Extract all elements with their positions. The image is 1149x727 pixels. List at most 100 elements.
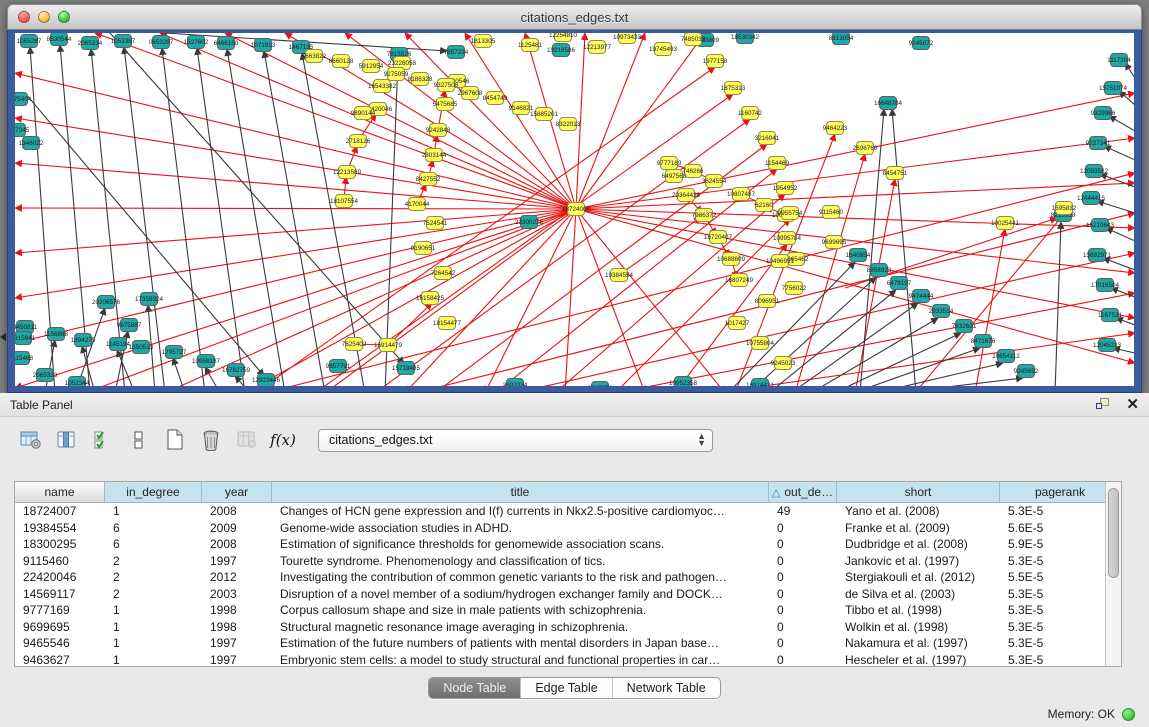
graph-node[interactable]: 8813054 [829, 33, 854, 45]
graph-node[interactable]: 18154477 [433, 317, 462, 330]
new-table-icon[interactable] [162, 427, 188, 453]
graph-node[interactable]: 9245652 [1014, 365, 1039, 378]
graph-node[interactable]: 15751074 [1099, 82, 1128, 95]
graph-node[interactable]: 7857224 [444, 46, 469, 59]
graph-node[interactable]: 19218586 [547, 44, 576, 57]
graph-node[interactable]: 1160742 [738, 107, 763, 120]
column-header-indegree[interactable]: in_degree [105, 482, 202, 502]
graph-node[interactable]: 7524541 [423, 217, 448, 230]
column-header-short[interactable]: short [837, 482, 1000, 502]
graph-node[interactable]: 2803144 [422, 149, 447, 162]
column-chooser-icon[interactable] [54, 427, 80, 453]
graph-node[interactable]: 20364436 [672, 189, 701, 202]
row-height-icon[interactable] [126, 427, 152, 453]
graph-node[interactable]: 1117304 [1107, 54, 1131, 67]
column-header-name[interactable]: name [15, 482, 105, 502]
graph-node[interactable]: 9464223 [823, 122, 848, 135]
graph-node[interactable]: 15885201 [530, 108, 559, 121]
graph-node[interactable]: 12254810 [549, 33, 578, 42]
graph-node[interactable]: 9777169 [657, 157, 682, 170]
graph-node[interactable]: 62160 [755, 199, 773, 212]
graph-node[interactable]: 10973433 [613, 33, 642, 44]
graph-node[interactable]: 1875313 [721, 82, 746, 95]
graph-node[interactable]: 8096951 [755, 295, 780, 308]
table-row[interactable]: 977716911998Corpus callosum shape and si… [15, 602, 1121, 619]
graph-node[interactable]: 16648784 [874, 97, 903, 110]
graph-node[interactable]: 10995784 [773, 232, 802, 245]
column-header-year[interactable]: year [202, 482, 272, 502]
graph-node[interactable]: 3216041 [755, 132, 780, 145]
graph-node[interactable]: 1052344 [65, 377, 90, 387]
table-row[interactable]: 911546021997Tourette syndrome. Phenomeno… [15, 553, 1121, 570]
table-row[interactable]: 946554611997Estimation of the future num… [15, 635, 1121, 652]
tab-edge-table[interactable]: Edge Table [521, 678, 612, 698]
graph-node[interactable]: 17359924 [135, 293, 164, 306]
graph-node[interactable]: 9115460 [819, 206, 844, 219]
column-header-outde[interactable]: △out_de… [769, 482, 837, 502]
graph-node[interactable]: 10654112 [992, 350, 1020, 363]
tab-network-table[interactable]: Network Table [613, 678, 720, 698]
graph-node[interactable]: 1145194 [106, 338, 131, 351]
graph-node[interactable]: 19384554 [605, 269, 634, 282]
graph-node[interactable]: 2065334 [78, 37, 103, 50]
graph-node[interactable]: 1065287 [17, 35, 42, 48]
column-header-pagerank[interactable]: pagerank [1000, 482, 1121, 502]
function-builder-icon[interactable]: f(x) [270, 427, 296, 453]
table-row[interactable]: 2242004622012Investigating the contribut… [15, 569, 1121, 586]
graph-node[interactable]: 7756022 [782, 282, 807, 295]
graph-node[interactable]: 9242848 [426, 124, 451, 137]
table-scrollbar-thumb[interactable] [1108, 488, 1119, 578]
graph-node[interactable]: 1154469 [765, 157, 790, 170]
graph-node[interactable]: 10025441 [991, 217, 1020, 230]
graph-node[interactable]: 12213977 [583, 41, 612, 54]
graph-node[interactable]: 7625402 [342, 338, 367, 351]
graph-node[interactable]: 12045233 [1093, 339, 1122, 352]
graph-node[interactable]: 16720407 [704, 231, 733, 244]
delete-table-icon[interactable] [198, 427, 224, 453]
graph-node[interactable]: 1640954 [846, 249, 871, 262]
table-settings-icon[interactable] [18, 427, 44, 453]
graph-node[interactable]: 1346022 [19, 137, 44, 150]
graph-node[interactable]: 1125481 [518, 39, 543, 52]
graph-node[interactable]: 8454749 [483, 92, 508, 105]
graph-node[interactable]: 8427552 [416, 173, 441, 186]
table-scrollbar[interactable] [1105, 482, 1121, 666]
table-row[interactable]: 1938455462009Genome-wide association stu… [15, 520, 1121, 537]
graph-node[interactable]: 1052387 [111, 35, 136, 48]
table-row[interactable]: 1830029562008Estimation of significance … [15, 536, 1121, 553]
graph-node[interactable]: 12213589 [333, 166, 362, 179]
graph-node[interactable]: 10755804 [746, 337, 775, 350]
graph-node[interactable]: 9474444 [909, 290, 934, 303]
graph-node[interactable]: 18530342 [731, 33, 760, 44]
select-rows-icon[interactable] [90, 427, 116, 453]
graph-node[interactable]: 1527602 [184, 36, 209, 49]
table-selector-combo[interactable]: citations_edges.txt ▲▼ [318, 429, 713, 452]
column-header-title[interactable]: title [272, 482, 769, 502]
graph-node[interactable]: 8471676 [971, 335, 996, 348]
graph-node[interactable]: 16914421 [746, 379, 775, 387]
graph-node[interactable]: 8322013 [556, 118, 581, 131]
network-window-titlebar[interactable]: citations_edges.txt [7, 4, 1142, 30]
graph-node[interactable]: 1813305 [471, 35, 496, 48]
graph-node[interactable]: 9115468 [15, 352, 34, 365]
table-row[interactable]: 1456911722003Disruption of a novel membe… [15, 586, 1121, 603]
graph-node[interactable]: 3315941 [15, 332, 36, 345]
graph-node[interactable]: 7832621 [952, 320, 977, 333]
graph-node[interactable]: 2967608 [458, 87, 483, 100]
graph-node[interactable]: 1017427 [725, 317, 750, 330]
graph-node[interactable]: 19745493 [649, 43, 678, 56]
graph-node[interactable]: 16914479 [374, 339, 403, 352]
graph-node[interactable]: 10958187 [192, 355, 221, 368]
graph-node[interactable]: 9975887 [117, 319, 142, 332]
graph-node[interactable]: 1071913 [251, 39, 276, 52]
graph-node[interactable]: 1227345 [15, 124, 30, 137]
graph-node[interactable]: 1977158 [703, 55, 728, 68]
graph-node[interactable]: 8530544 [47, 33, 72, 46]
graph-node[interactable]: 8454751 [883, 167, 908, 180]
graph-node[interactable]: 2933514 [929, 305, 954, 318]
float-panel-icon[interactable] [1096, 398, 1112, 412]
table-row[interactable]: 969969511998Structural magnetic resonanc… [15, 619, 1121, 636]
graph-node[interactable]: 7663822 [302, 50, 327, 63]
graph-node[interactable]: 5475685 [433, 98, 458, 111]
tab-node-table[interactable]: Node Table [429, 678, 521, 698]
